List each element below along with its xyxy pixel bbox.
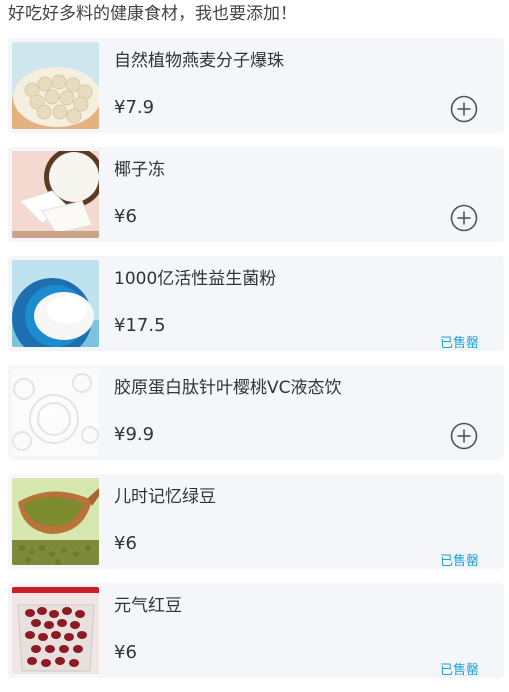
list-item: 胶原蛋白肽针叶樱桃VC液态饮 ¥9.9 bbox=[8, 365, 504, 460]
product-name: 儿时记忆绿豆 bbox=[114, 487, 216, 507]
sold-out-label: 已售罄 bbox=[440, 663, 480, 678]
list-item: 儿时记忆绿豆 ¥6 已售罄 bbox=[8, 474, 504, 569]
red-beans-image bbox=[12, 587, 99, 674]
product-price: ¥6 bbox=[114, 642, 137, 663]
collagen-drink-image bbox=[12, 369, 99, 456]
mung-beans-image bbox=[12, 478, 99, 565]
list-item: 元气红豆 ¥6 已售罄 bbox=[8, 583, 504, 678]
page-title: 好吃好多料的健康食材，我也要添加！ bbox=[8, 4, 297, 24]
plus-circle-icon bbox=[450, 95, 478, 123]
product-name: 椰子冻 bbox=[114, 160, 165, 180]
plus-circle-icon bbox=[450, 204, 478, 232]
plus-circle-icon bbox=[450, 422, 478, 450]
add-button[interactable] bbox=[450, 422, 478, 450]
probiotic-powder-image bbox=[12, 260, 99, 347]
add-button[interactable] bbox=[450, 204, 478, 232]
ingredient-list: 自然植物燕麦分子爆珠 ¥7.9 椰子冻 ¥6 1000亿活性益生菌粉 ¥17.5… bbox=[8, 38, 504, 692]
sold-out-label: 已售罄 bbox=[440, 554, 480, 569]
product-name: 1000亿活性益生菌粉 bbox=[114, 269, 277, 289]
sold-out-label: 已售罄 bbox=[440, 336, 480, 351]
list-item: 自然植物燕麦分子爆珠 ¥7.9 bbox=[8, 38, 504, 133]
product-price: ¥6 bbox=[114, 206, 137, 227]
product-price: ¥7.9 bbox=[114, 97, 155, 118]
product-name: 自然植物燕麦分子爆珠 bbox=[114, 51, 284, 71]
tapioca-pearls-image bbox=[12, 42, 99, 129]
product-price: ¥9.9 bbox=[114, 424, 155, 445]
list-item: 1000亿活性益生菌粉 ¥17.5 已售罄 bbox=[8, 256, 504, 351]
product-name: 元气红豆 bbox=[114, 596, 182, 616]
product-price: ¥6 bbox=[114, 533, 137, 554]
product-price: ¥17.5 bbox=[114, 315, 166, 336]
coconut-jelly-image bbox=[12, 151, 99, 238]
add-button[interactable] bbox=[450, 95, 478, 123]
product-name: 胶原蛋白肽针叶樱桃VC液态饮 bbox=[114, 378, 342, 398]
list-item: 椰子冻 ¥6 bbox=[8, 147, 504, 242]
